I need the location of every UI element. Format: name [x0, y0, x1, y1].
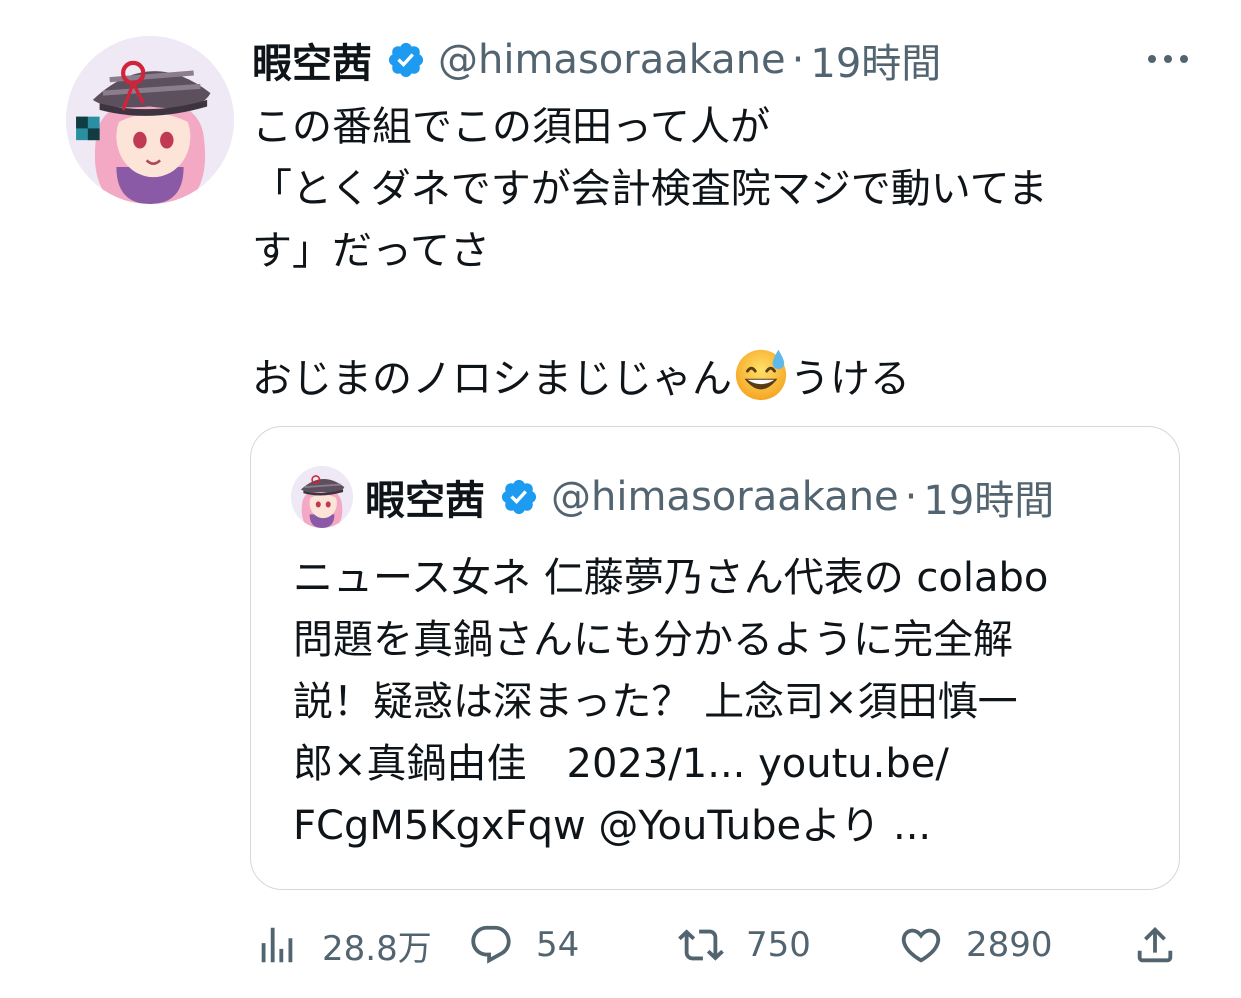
grinning-sweat-emoji-icon: [732, 344, 790, 402]
quoted-tweet-card[interactable]: 暇空茜 @himasoraakane · 19時間 ニュース女ネ 仁藤夢乃さん代…: [250, 426, 1180, 890]
avatar-illustration: [66, 36, 234, 204]
quoted-text-line: 郎×真鍋由佳 2023/1... youtu.be/: [293, 741, 949, 787]
verified-badge-icon: [386, 40, 426, 80]
retweet-button[interactable]: 750: [678, 915, 811, 975]
display-name[interactable]: 暇空茜: [252, 31, 372, 89]
handle[interactable]: @himasoraakane: [438, 37, 786, 83]
quoted-tweet-header: 暇空茜 @himasoraakane · 19時間: [291, 466, 1055, 528]
quoted-avatar-illustration: [291, 466, 353, 528]
reply-bubble-icon: [471, 925, 511, 964]
timestamp[interactable]: 19時間: [810, 31, 941, 89]
views-button[interactable]: 28.8万: [254, 915, 432, 975]
tweet-text-line: おじまのノロシまじじゃん: [252, 356, 732, 402]
tweet-header: 暇空茜 @himasoraakane · 19時間: [252, 30, 941, 90]
more-dots-icon: [1148, 55, 1188, 63]
tweet-text-line: この番組でこの須田って人が: [252, 104, 770, 150]
quoted-separator-dot: ·: [904, 474, 918, 520]
separator-dot: ·: [791, 37, 805, 83]
tweet-text: この番組でこの須田って人が 「とくダネですが会計検査院マジで動いてま す」だって…: [252, 96, 1192, 406]
more-options-button[interactable]: [1145, 44, 1191, 74]
quoted-timestamp: 19時間: [923, 478, 1055, 524]
quoted-verified-badge-icon: [499, 477, 539, 517]
quoted-text-line: 問題を真鍋さんにも分かるように完全解: [293, 617, 1013, 663]
quoted-tweet-text: ニュース女ネ 仁藤夢乃さん代表の colabo 問題を真鍋さんにも分かるように完…: [293, 547, 1143, 857]
quoted-avatar: [291, 466, 353, 528]
like-count: 2890: [966, 925, 1053, 965]
like-button[interactable]: 2890: [898, 915, 1053, 975]
reply-button[interactable]: 54: [468, 915, 579, 975]
quoted-display-name: 暇空茜: [365, 478, 485, 524]
quoted-text-line: FCgM5KgxFqw @YouTubeより ...: [293, 803, 932, 849]
tweet-text-last-line: おじまのノロシまじじゃん うける: [252, 344, 1192, 406]
quoted-text-line: ニュース女ネ 仁藤夢乃さん代表の colabo: [293, 555, 1049, 601]
retweet-arrows-icon: [678, 929, 724, 961]
quoted-handle: @himasoraakane: [551, 474, 899, 520]
views-chart-icon: [261, 927, 293, 963]
views-count: 28.8万: [322, 928, 432, 969]
share-upload-icon: [1137, 926, 1173, 963]
reply-count: 54: [536, 925, 580, 965]
tweet-text-line: 「とくダネですが会計検査院マジで動いてま: [252, 166, 1048, 212]
share-button[interactable]: [1132, 915, 1178, 975]
heart-icon: [901, 928, 941, 963]
retweet-count: 750: [746, 925, 811, 965]
tweet-text-suffix: うける: [790, 356, 910, 402]
quoted-text-line: 説！疑惑は深まった？ 上念司×須田慎一: [293, 679, 1018, 725]
tweet-text-line: す」だってさ: [252, 228, 490, 274]
avatar[interactable]: [66, 36, 234, 204]
tweet-actions-bar: 28.8万 54 750 2890: [254, 915, 1184, 975]
tweet[interactable]: 暇空茜 @himasoraakane · 19時間 この番組でこの須田って人が …: [0, 0, 1241, 998]
